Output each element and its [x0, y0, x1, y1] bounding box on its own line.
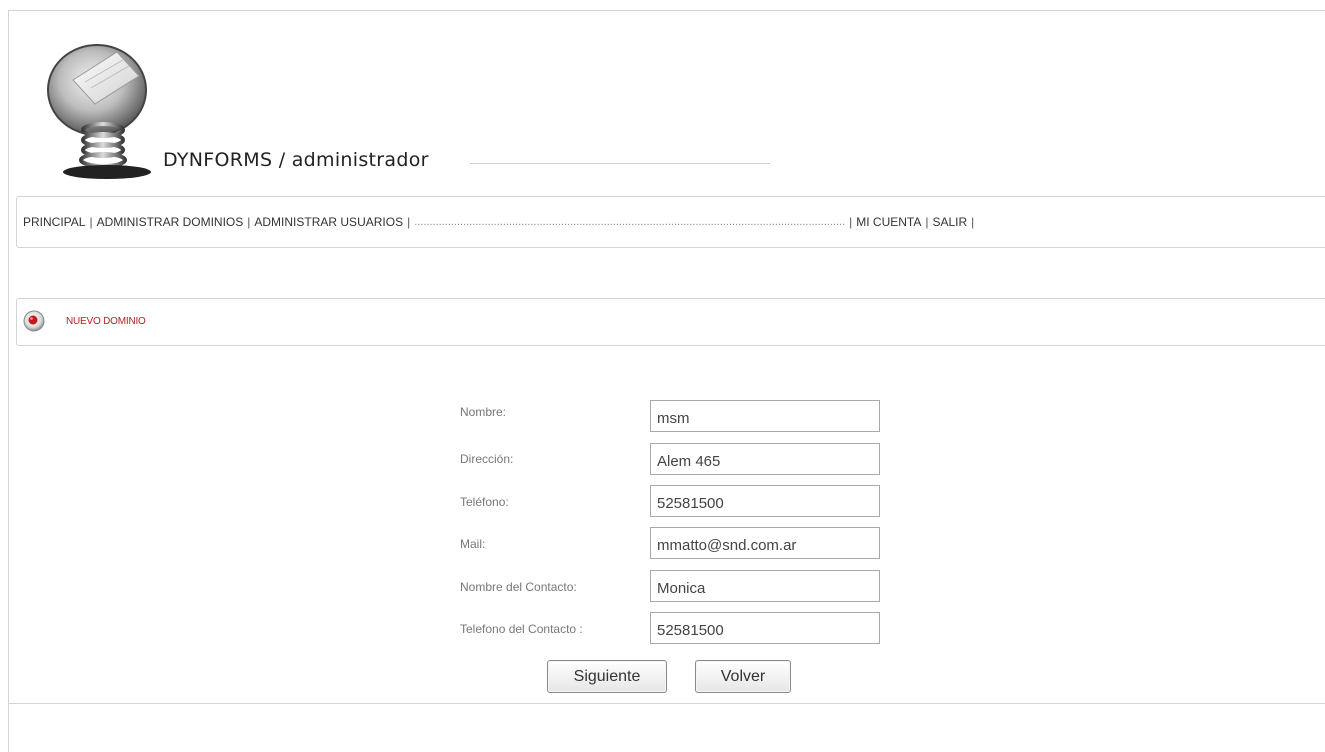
red-record-icon [23, 310, 45, 332]
nombre-label: Nombre: [460, 405, 507, 419]
nav-separator: | [849, 215, 853, 229]
nav-administrar-usuarios[interactable]: ADMINISTRAR USUARIOS [254, 215, 403, 229]
nav-separator: | [247, 215, 251, 229]
section-title: NUEVO DOMINIO [66, 316, 146, 327]
nav-separator: | [971, 215, 975, 229]
direccion-label: Dirección: [460, 452, 514, 466]
telefono-label: Teléfono: [460, 495, 509, 509]
nav-separator: | [407, 215, 411, 229]
siguiente-button[interactable]: Siguiente [547, 660, 667, 693]
direccion-input[interactable] [650, 443, 880, 475]
nav-administrar-dominios[interactable]: ADMINISTRAR DOMINIOS [97, 215, 244, 229]
app-title: DYNFORMS / administrador [163, 149, 429, 171]
nav-salir[interactable]: SALIR [932, 215, 967, 229]
nav-separator: | [925, 215, 929, 229]
main-nav: PRINCIPAL | ADMINISTRAR DOMINIOS | ADMIN… [16, 196, 1325, 248]
volver-button[interactable]: Volver [695, 660, 791, 693]
title-underline [470, 163, 770, 164]
nav-principal[interactable]: PRINCIPAL [23, 215, 85, 229]
section-header: NUEVO DOMINIO [16, 298, 1325, 346]
nombre-contacto-input[interactable] [650, 570, 880, 602]
footer-panel [8, 703, 1325, 752]
telefono-input[interactable] [650, 485, 880, 517]
nav-filler: ........................................… [414, 216, 846, 228]
telefono-contacto-label: Telefono del Contacto : [460, 622, 583, 636]
nombre-input[interactable] [650, 400, 880, 432]
nombre-contacto-label: Nombre del Contacto: [460, 580, 577, 594]
server-spring-icon [47, 44, 151, 179]
telefono-contacto-input[interactable] [650, 612, 880, 644]
mail-input[interactable] [650, 527, 880, 559]
mail-label: Mail: [460, 537, 486, 551]
nav-separator: | [89, 215, 93, 229]
nav-mi-cuenta[interactable]: MI CUENTA [856, 215, 921, 229]
